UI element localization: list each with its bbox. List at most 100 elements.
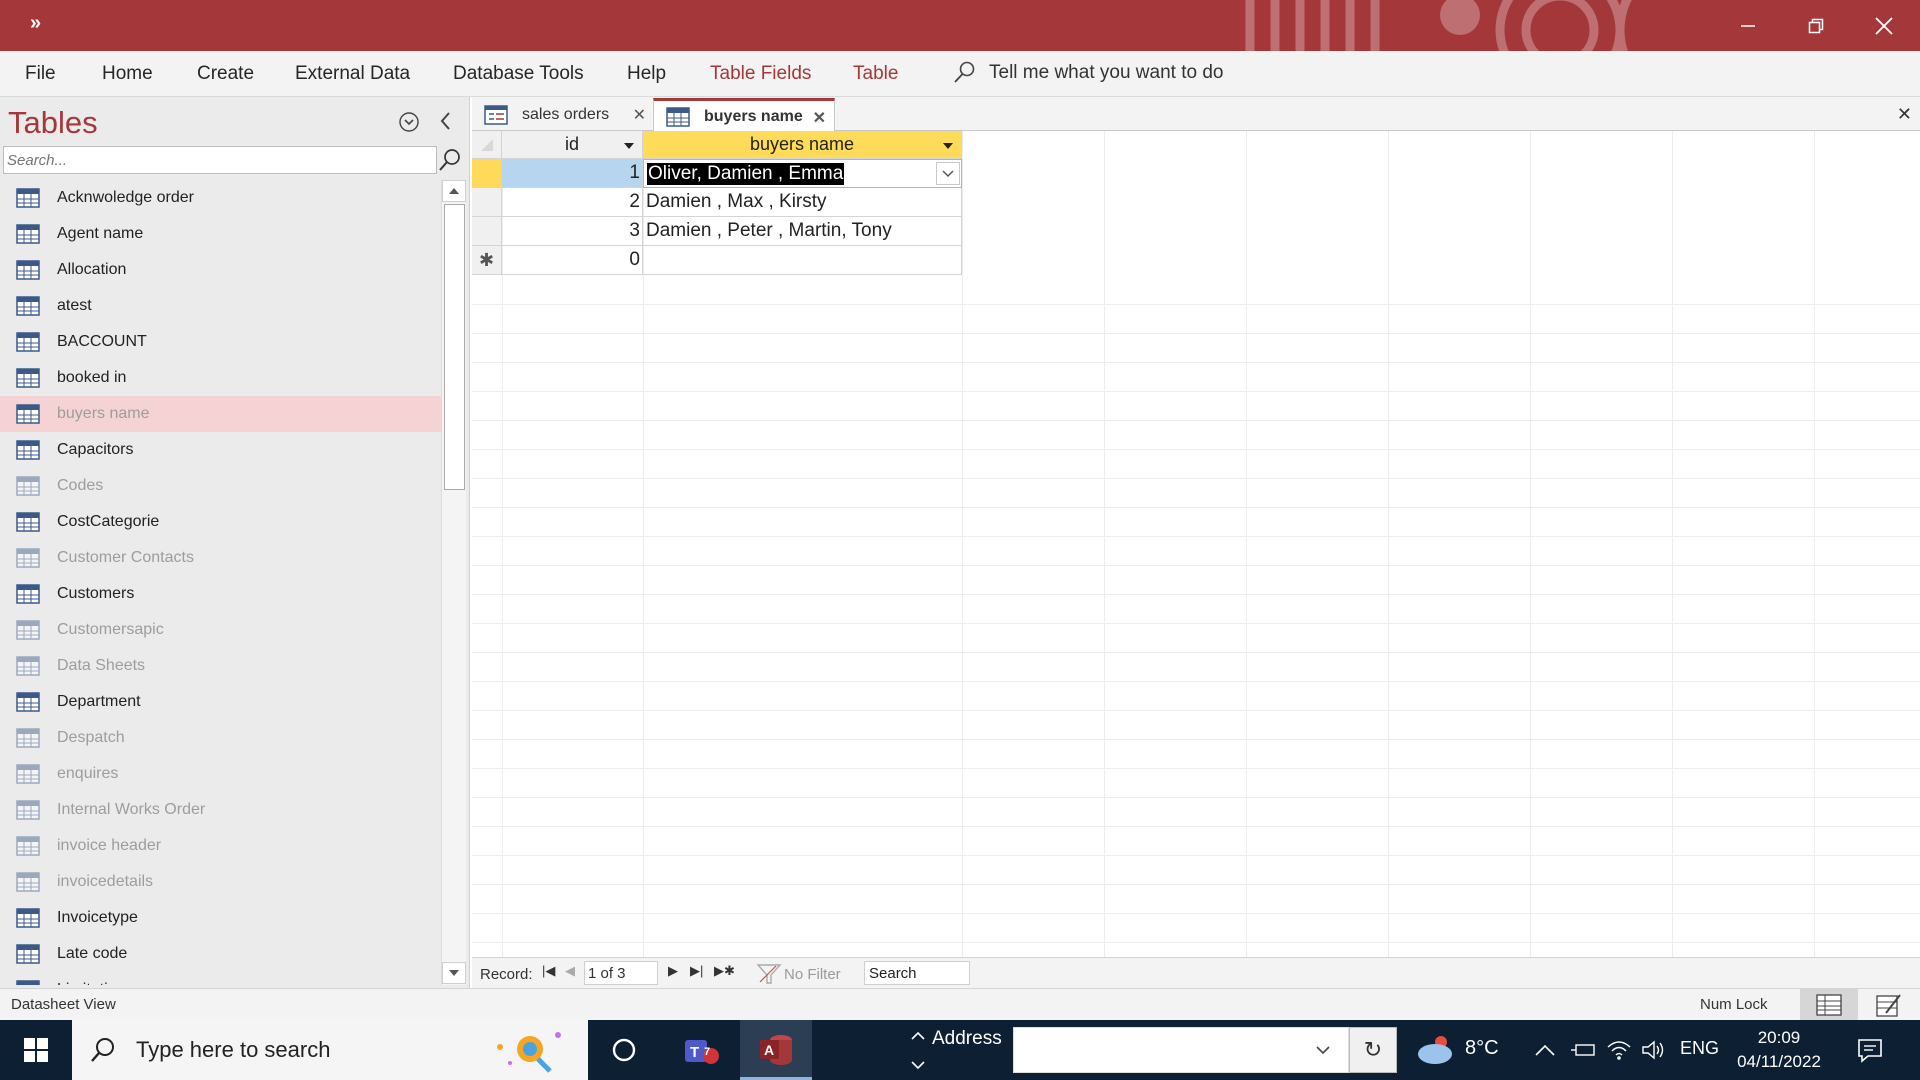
- address-dropdown-icon[interactable]: [1316, 1046, 1330, 1055]
- taskbar-clock[interactable]: 20:09 04/11/2022: [1724, 1026, 1834, 1074]
- close-document-icon[interactable]: ✕: [1897, 104, 1912, 125]
- nav-table-item[interactable]: Data Sheets: [0, 648, 441, 684]
- address-input[interactable]: [1013, 1027, 1349, 1073]
- nav-table-item[interactable]: Codes: [0, 468, 441, 504]
- speaker-volume-icon[interactable]: [1641, 1039, 1667, 1061]
- nav-table-item[interactable]: Acknwoledge order: [0, 180, 441, 216]
- record-search-input[interactable]: Search: [864, 961, 970, 985]
- new-record-icon[interactable]: ▶✱: [714, 963, 735, 979]
- menu-external-data[interactable]: External Data: [295, 63, 410, 85]
- nav-pane-title[interactable]: Tables: [8, 105, 98, 141]
- combo-dropdown-button[interactable]: [936, 162, 960, 185]
- nav-table-item-label: Internal Works Order: [57, 801, 206, 818]
- chevron-down-icon[interactable]: [911, 1060, 925, 1070]
- nav-table-item[interactable]: Department: [0, 684, 441, 720]
- design-view-button[interactable]: [1860, 989, 1918, 1021]
- scroll-down-button[interactable]: [442, 962, 466, 984]
- cell-id-new[interactable]: 0: [502, 246, 643, 275]
- tab-close-icon[interactable]: ✕: [633, 105, 646, 125]
- nav-table-item[interactable]: CostCategorie: [0, 504, 441, 540]
- column-dropdown-icon[interactable]: [624, 143, 634, 149]
- cell-id[interactable]: 1: [502, 159, 643, 188]
- previous-record-icon[interactable]: ◀: [565, 963, 575, 979]
- next-record-icon[interactable]: ▶: [668, 963, 678, 979]
- menu-table-fields[interactable]: Table Fields: [710, 63, 811, 85]
- nav-table-item[interactable]: Limitations: [0, 972, 441, 985]
- nav-table-item[interactable]: atest: [0, 288, 441, 324]
- nav-table-item[interactable]: Customers: [0, 576, 441, 612]
- nav-table-item[interactable]: Despatch: [0, 720, 441, 756]
- menu-help[interactable]: Help: [627, 63, 666, 85]
- nav-search-input[interactable]: [3, 146, 437, 174]
- select-all-corner[interactable]: [472, 131, 502, 159]
- nav-table-item[interactable]: Customersapic: [0, 612, 441, 648]
- menu-database-tools[interactable]: Database Tools: [453, 63, 584, 85]
- column-dropdown-icon[interactable]: [943, 143, 953, 149]
- chevron-up-icon[interactable]: [911, 1031, 925, 1040]
- column-header-id[interactable]: id: [502, 131, 643, 159]
- current-record-input[interactable]: 1 of 3: [584, 961, 658, 985]
- collapse-pane-icon[interactable]: [436, 109, 456, 133]
- nav-table-item[interactable]: Capacitors: [0, 432, 441, 468]
- nav-table-item[interactable]: Agent name: [0, 216, 441, 252]
- menu-file[interactable]: File: [25, 63, 56, 85]
- first-record-icon[interactable]: |◀: [542, 963, 555, 979]
- no-filter-indicator[interactable]: No Filter: [756, 963, 841, 985]
- menu-create[interactable]: Create: [197, 63, 254, 85]
- column-header-buyers-name[interactable]: buyers name: [643, 131, 962, 159]
- cortana-button[interactable]: [588, 1020, 660, 1080]
- cell-id[interactable]: 2: [502, 188, 643, 217]
- minimize-button[interactable]: [1714, 0, 1782, 51]
- scroll-thumb[interactable]: [444, 204, 465, 490]
- nav-scrollbar[interactable]: [441, 180, 466, 985]
- nav-table-item[interactable]: Customer Contacts: [0, 540, 441, 576]
- last-record-icon[interactable]: ▶|: [690, 963, 703, 979]
- nav-table-item[interactable]: invoice header: [0, 828, 441, 864]
- access-taskbar-button[interactable]: A: [740, 1020, 812, 1080]
- cell-id[interactable]: 3: [502, 217, 643, 246]
- nav-table-item[interactable]: Allocation: [0, 252, 441, 288]
- restore-button[interactable]: [1782, 0, 1850, 51]
- tab-buyers-name[interactable]: buyers name ✕: [653, 98, 835, 132]
- menu-home[interactable]: Home: [102, 63, 153, 85]
- teams-taskbar-button[interactable]: T 7: [665, 1020, 737, 1080]
- cell-buyers-name-combo[interactable]: Oliver, Damien , Emma: [643, 159, 962, 188]
- address-refresh-button[interactable]: ↻: [1349, 1027, 1397, 1073]
- new-record-selector[interactable]: ✱: [472, 246, 502, 275]
- nav-table-item[interactable]: BACCOUNT: [0, 324, 441, 360]
- quick-access-toolbar-button[interactable]: »: [30, 12, 41, 35]
- tab-sales-orders[interactable]: sales orders ✕: [472, 98, 654, 131]
- scroll-up-button[interactable]: [442, 180, 466, 202]
- nav-table-item[interactable]: Internal Works Order: [0, 792, 441, 828]
- nav-table-item[interactable]: Invoicetype: [0, 900, 441, 936]
- wifi-icon[interactable]: [1606, 1039, 1632, 1061]
- cell-buyers-name[interactable]: Damien , Peter , Martin, Tony: [643, 217, 962, 246]
- weather-temperature[interactable]: 8°C: [1465, 1037, 1499, 1060]
- input-language[interactable]: ENG: [1680, 1038, 1719, 1059]
- cell-buyers-name[interactable]: Damien , Max , Kirsty: [643, 188, 962, 217]
- taskbar-search-box[interactable]: Type here to search: [72, 1020, 588, 1080]
- weather-cloudy-icon[interactable]: [1413, 1032, 1459, 1066]
- record-selector[interactable]: [472, 188, 502, 217]
- nav-table-item[interactable]: buyers name: [0, 396, 441, 432]
- nav-table-item[interactable]: invoicedetails: [0, 864, 441, 900]
- search-icon[interactable]: [438, 148, 462, 172]
- start-button[interactable]: [0, 1020, 72, 1080]
- cell-buyers-name-new[interactable]: [643, 246, 962, 275]
- toolbar-scroll-buttons[interactable]: [906, 1020, 930, 1080]
- record-selector[interactable]: [472, 159, 502, 188]
- datasheet-view-button[interactable]: [1800, 989, 1858, 1021]
- nav-table-item[interactable]: Late code: [0, 936, 441, 972]
- record-selector[interactable]: [472, 217, 502, 246]
- tab-close-icon[interactable]: ✕: [813, 108, 826, 128]
- nav-table-item[interactable]: enquires: [0, 756, 441, 792]
- chevron-up-icon[interactable]: [1534, 1043, 1556, 1057]
- nav-table-item-label: invoicedetails: [57, 873, 154, 890]
- nav-options-dropdown-icon[interactable]: [398, 111, 420, 133]
- nav-table-item[interactable]: booked in: [0, 360, 441, 396]
- notifications-icon[interactable]: [1856, 1037, 1884, 1063]
- menu-table[interactable]: Table: [853, 63, 898, 85]
- close-window-button[interactable]: [1850, 0, 1918, 51]
- battery-plug-icon[interactable]: [1570, 1040, 1596, 1060]
- tell-me-box[interactable]: Tell me what you want to do: [953, 61, 1223, 85]
